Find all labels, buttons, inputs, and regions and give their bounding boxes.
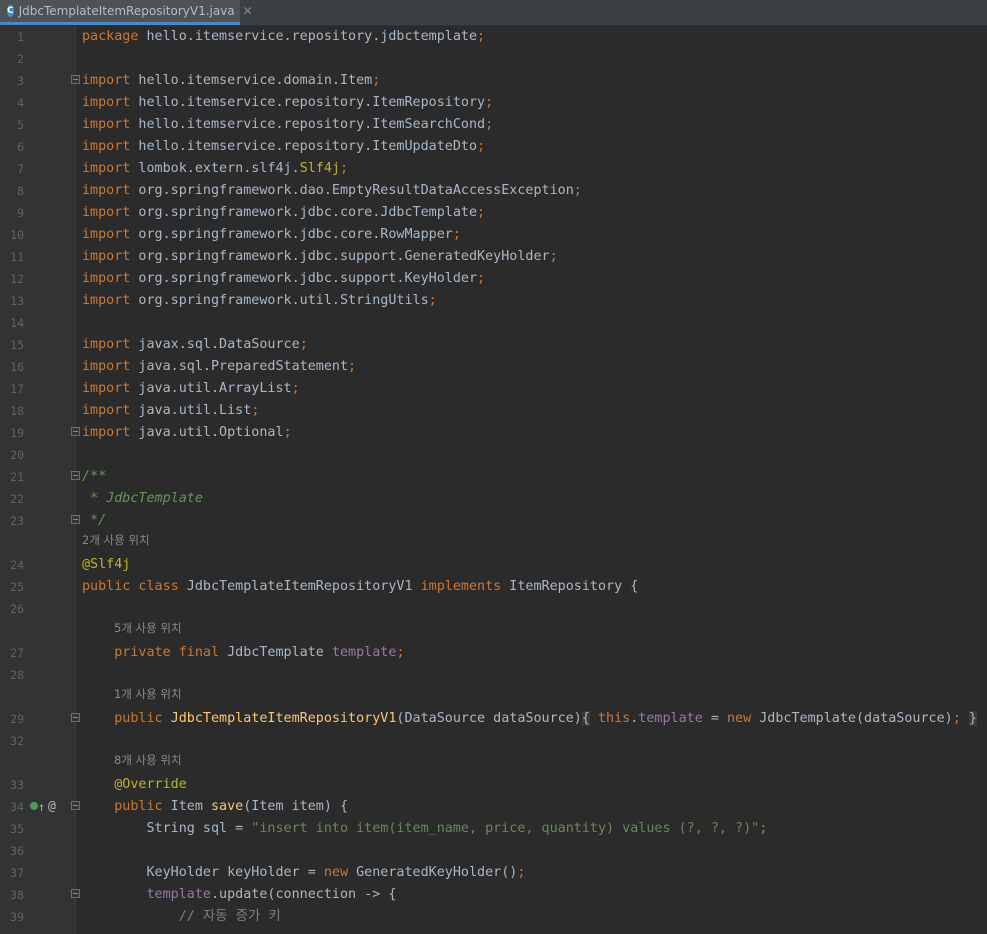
usage-hint[interactable]: 2개 사용 위치 [0,532,987,554]
code-line[interactable]: 8 import org.springframework.dao.EmptyRes… [0,180,987,202]
code-line[interactable]: 35 String sql = "insert into item(item_n… [0,818,987,840]
code-line[interactable]: 7 import lombok.extern.slf4j.Slf4j; [0,158,987,180]
code-line[interactable]: 19 import java.util.Optional; [0,422,987,444]
code-editor[interactable]: 1 package hello.itemservice.repository.jd… [0,26,987,934]
editor-tab-bar: C JdbcTemplateItemRepositoryV1.java ✕ [0,0,987,26]
code-line[interactable]: 6 import hello.itemservice.repository.Ite… [0,136,987,158]
fold-icon[interactable] [71,471,80,480]
usage-hint[interactable]: 8개 사용 위치 [0,752,987,774]
code-line[interactable]: 10 import org.springframework.jdbc.core.R… [0,224,987,246]
code-line[interactable]: 15 import javax.sql.DataSource; [0,334,987,356]
code-line[interactable]: 26 [0,598,987,620]
code-line[interactable]: 23 */ [0,510,987,532]
code-line[interactable]: 5 import hello.itemservice.repository.Ite… [0,114,987,136]
code-line[interactable]: 24 @Slf4j [0,554,987,576]
code-line[interactable]: 22 * JdbcTemplate [0,488,987,510]
code-line[interactable]: 20 [0,444,987,466]
code-line[interactable]: 38 template.update(connection -> { [0,884,987,906]
code-line[interactable]: 33 @Override [0,774,987,796]
code-line[interactable]: 3 import hello.itemservice.domain.Item; [0,70,987,92]
code-line[interactable]: 9 import org.springframework.jdbc.core.Jd… [0,202,987,224]
code-line[interactable]: 29 public JdbcTemplateItemRepositoryV1(D… [0,708,987,730]
code-line[interactable]: 37 KeyHolder keyHolder = new GeneratedKe… [0,862,987,884]
at-annotation-icon[interactable]: @ [48,796,56,818]
file-tab[interactable]: C JdbcTemplateItemRepositoryV1.java ✕ [0,0,253,25]
code-line[interactable]: 14 [0,312,987,334]
code-line[interactable]: 21/** [0,466,987,488]
fold-icon[interactable] [71,515,80,524]
file-tab-title[interactable]: JdbcTemplateItemRepositoryV1.java [19,4,235,18]
code-line[interactable]: 4 import hello.itemservice.repository.Ite… [0,92,987,114]
code-line[interactable]: 25 public class JdbcTemplateItemRepositor… [0,576,987,598]
code-line[interactable]: 39 // 자동 증가 키 [0,906,987,928]
fold-icon[interactable] [71,801,80,810]
code-line[interactable]: 13 import org.springframework.util.String… [0,290,987,312]
code-line[interactable]: 27 private final JdbcTemplate template; [0,642,987,664]
fold-icon[interactable] [71,75,80,84]
run-icon[interactable] [30,802,38,810]
code-line[interactable]: 28 [0,664,987,686]
close-tab-icon[interactable]: ✕ [243,4,253,18]
code-line[interactable]: 11 import org.springframework.jdbc.suppor… [0,246,987,268]
code-line[interactable]: 1 package hello.itemservice.repository.jd… [0,26,987,48]
code-line[interactable]: 17 import java.util.ArrayList; [0,378,987,400]
usage-hint[interactable]: 1개 사용 위치 [0,686,987,708]
code-line[interactable]: 34 ↑ @ public Item save(Item item) { [0,796,987,818]
code-line[interactable]: 32 [0,730,987,752]
code-line[interactable]: 36 [0,840,987,862]
code-line[interactable]: 2 [0,48,987,70]
implements-up-arrow-icon[interactable]: ↑ [38,796,45,818]
code-line[interactable]: 18 import java.util.List; [0,400,987,422]
code-line[interactable]: 16 import java.sql.PreparedStatement; [0,356,987,378]
fold-icon[interactable] [71,713,80,722]
code-line[interactable]: 12 import org.springframework.jdbc.suppor… [0,268,987,290]
fold-icon[interactable] [71,889,80,898]
fold-icon[interactable] [71,427,80,436]
usage-hint[interactable]: 5개 사용 위치 [0,620,987,642]
java-class-icon: C [7,5,14,17]
